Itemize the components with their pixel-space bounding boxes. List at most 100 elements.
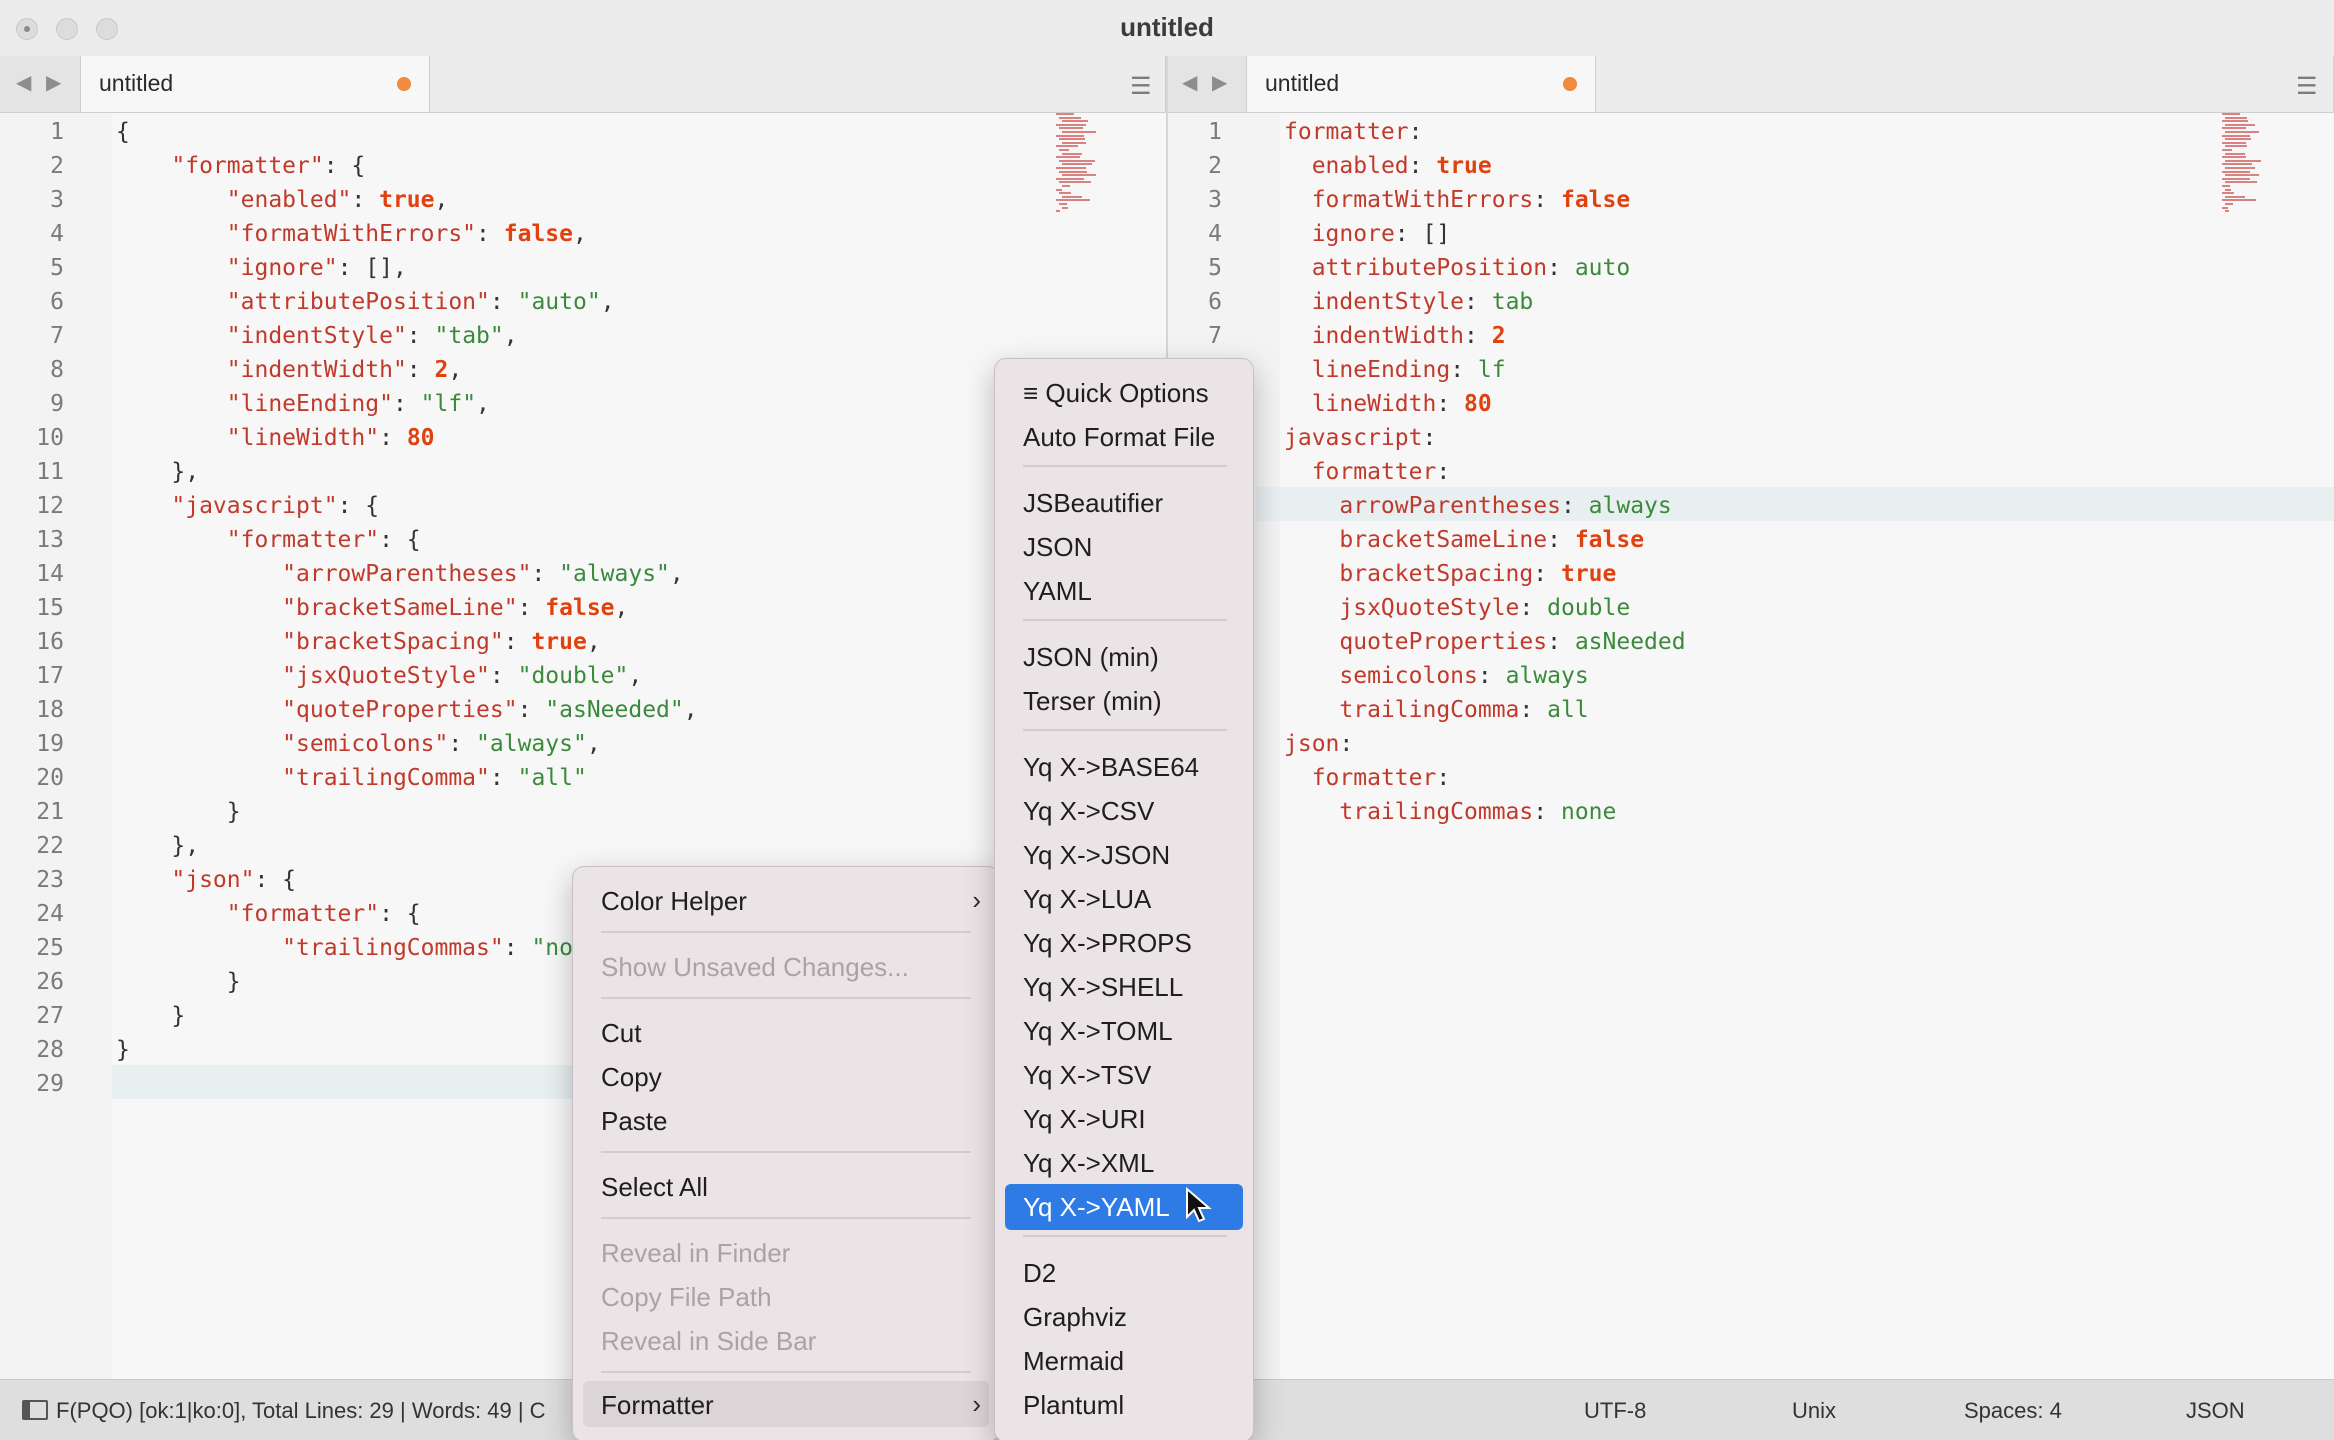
submenu-item-yq-x-shell[interactable]: Yq X->SHELL bbox=[1023, 967, 1183, 1007]
submenu-item-json-min[interactable]: JSON (min) bbox=[1023, 637, 1159, 677]
code-line[interactable]: "formatWithErrors": false, bbox=[116, 217, 587, 251]
tab-menu-icon[interactable]: ☰ bbox=[1130, 72, 1152, 101]
submenu-item-yq-x-props[interactable]: Yq X->PROPS bbox=[1023, 923, 1192, 963]
code-line[interactable]: } bbox=[116, 795, 241, 829]
unsaved-dot-icon[interactable] bbox=[397, 77, 411, 91]
submenu-item-auto-format-file[interactable]: Auto Format File bbox=[1023, 417, 1215, 457]
right-editor-pane[interactable]: 1 formatter: 2 enabled: true 3 formatWithEr… bbox=[1168, 113, 2334, 1379]
code-token: trailingCommas bbox=[1339, 799, 1534, 825]
code-line[interactable]: trailingComma: all bbox=[1284, 693, 1588, 727]
menu-item-paste[interactable]: Paste bbox=[601, 1101, 668, 1141]
code-line[interactable]: formatter: bbox=[1284, 455, 1450, 489]
code-line[interactable]: quoteProperties: asNeeded bbox=[1284, 625, 1685, 659]
submenu-item-yq-x-yaml[interactable]: Yq X->YAML bbox=[1023, 1187, 1170, 1227]
submenu-item-yq-x-toml[interactable]: Yq X->TOML bbox=[1023, 1011, 1173, 1051]
menu-item-select-all[interactable]: Select All bbox=[601, 1167, 708, 1207]
code-line[interactable]: json: bbox=[1284, 727, 1353, 761]
code-line[interactable]: formatter: bbox=[1284, 761, 1450, 795]
tab-untitled-left[interactable]: untitled bbox=[80, 56, 430, 112]
submenu-item-graphviz[interactable]: Graphviz bbox=[1023, 1297, 1127, 1337]
submenu-item-yq-x-tsv[interactable]: Yq X->TSV bbox=[1023, 1055, 1151, 1095]
code-line[interactable]: "javascript": { bbox=[116, 489, 379, 523]
submenu-item-yq-x-xml[interactable]: Yq X->XML bbox=[1023, 1143, 1154, 1183]
tab-bar-empty-area[interactable] bbox=[1596, 56, 2334, 112]
code-line[interactable]: formatter: bbox=[1284, 115, 1422, 149]
code-line[interactable]: javascript: bbox=[1284, 421, 1436, 455]
submenu-item-yq-x-lua[interactable]: Yq X->LUA bbox=[1023, 879, 1151, 919]
code-line[interactable]: "formatter": { bbox=[116, 149, 365, 183]
code-line[interactable]: "trailingCommas": "no bbox=[116, 931, 573, 965]
status-indentation[interactable]: Spaces: 4 bbox=[1964, 1398, 2062, 1424]
code-line[interactable]: { bbox=[116, 115, 130, 149]
code-line[interactable]: formatWithErrors: false bbox=[1284, 183, 1631, 217]
code-line[interactable]: "formatter": { bbox=[116, 523, 421, 557]
code-line[interactable]: trailingCommas: none bbox=[1284, 795, 1616, 829]
submenu-item-json[interactable]: JSON bbox=[1023, 527, 1092, 567]
code-line[interactable]: } bbox=[116, 965, 241, 999]
code-line[interactable]: "quoteProperties": "asNeeded", bbox=[116, 693, 697, 727]
submenu-item-quick-options[interactable]: ≡ Quick Options bbox=[1023, 373, 1209, 413]
code-line[interactable]: indentStyle: tab bbox=[1284, 285, 1534, 319]
code-line[interactable]: bracketSpacing: true bbox=[1284, 557, 1616, 591]
tab-label: untitled bbox=[99, 70, 174, 96]
code-line[interactable]: "bracketSpacing": true, bbox=[116, 625, 601, 659]
code-line[interactable]: "indentWidth": 2, bbox=[116, 353, 462, 387]
submenu-item-yq-x-json[interactable]: Yq X->JSON bbox=[1023, 835, 1170, 875]
code-line[interactable]: "formatter": { bbox=[116, 897, 421, 931]
code-line[interactable]: "ignore": [], bbox=[116, 251, 407, 285]
submenu-item-yq-x-uri[interactable]: Yq X->URI bbox=[1023, 1099, 1146, 1139]
code-line[interactable]: } bbox=[116, 1033, 130, 1067]
code-line[interactable]: lineWidth: 80 bbox=[1284, 387, 1492, 421]
forward-arrow-icon[interactable]: ▶ bbox=[1212, 70, 1227, 95]
submenu-item-jsbeautifier[interactable]: JSBeautifier bbox=[1023, 483, 1163, 523]
submenu-item-d2[interactable]: D2 bbox=[1023, 1253, 1056, 1293]
submenu-item-yq-x-base64[interactable]: Yq X->BASE64 bbox=[1023, 747, 1199, 787]
code-line[interactable]: "attributePosition": "auto", bbox=[116, 285, 615, 319]
submenu-item-yq-x-csv[interactable]: Yq X->CSV bbox=[1023, 791, 1154, 831]
menu-item-cut[interactable]: Cut bbox=[601, 1013, 641, 1053]
tab-menu-icon[interactable]: ☰ bbox=[2296, 72, 2318, 101]
status-encoding[interactable]: UTF-8 bbox=[1584, 1398, 1646, 1424]
code-line[interactable]: "jsxQuoteStyle": "double", bbox=[116, 659, 642, 693]
menu-item-color-helper[interactable]: Color Helper bbox=[601, 881, 747, 921]
code-line[interactable]: ignore: [] bbox=[1284, 217, 1450, 251]
unsaved-dot-icon[interactable] bbox=[1563, 77, 1577, 91]
menu-item-formatter[interactable]: Formatter bbox=[601, 1385, 714, 1425]
status-syntax[interactable]: JSON bbox=[2186, 1398, 2245, 1424]
minimap[interactable] bbox=[2222, 113, 2292, 213]
submenu-item-terser-min[interactable]: Terser (min) bbox=[1023, 681, 1162, 721]
submenu-item-mermaid[interactable]: Mermaid bbox=[1023, 1341, 1124, 1381]
code-line[interactable]: "semicolons": "always", bbox=[116, 727, 601, 761]
code-line[interactable]: "lineEnding": "lf", bbox=[116, 387, 490, 421]
sidebar-toggle-icon[interactable] bbox=[22, 1400, 48, 1420]
minimap[interactable] bbox=[1056, 113, 1126, 223]
code-line[interactable]: }, bbox=[116, 829, 199, 863]
code-line[interactable]: "indentStyle": "tab", bbox=[116, 319, 518, 353]
submenu-item-plantuml[interactable]: Plantuml bbox=[1023, 1385, 1124, 1425]
code-line[interactable]: } bbox=[116, 999, 185, 1033]
code-line[interactable]: enabled: true bbox=[1284, 149, 1492, 183]
back-arrow-icon[interactable]: ◀ bbox=[1182, 70, 1197, 95]
code-line[interactable]: semicolons: always bbox=[1284, 659, 1588, 693]
menu-item-copy[interactable]: Copy bbox=[601, 1057, 662, 1097]
back-arrow-icon[interactable]: ◀ bbox=[16, 70, 31, 95]
tab-bar-empty-area[interactable] bbox=[430, 56, 1166, 112]
code-line[interactable]: "lineWidth": 80 bbox=[116, 421, 435, 455]
status-line-endings[interactable]: Unix bbox=[1792, 1398, 1836, 1424]
code-line[interactable]: "arrowParentheses": "always", bbox=[116, 557, 684, 591]
code-token: : bbox=[1547, 629, 1575, 655]
code-line[interactable]: attributePosition: auto bbox=[1284, 251, 1631, 285]
code-line[interactable]: }, bbox=[116, 455, 199, 489]
code-line[interactable]: jsxQuoteStyle: double bbox=[1284, 591, 1630, 625]
code-line[interactable]: bracketSameLine: false bbox=[1284, 523, 1644, 557]
code-line[interactable]: indentWidth: 2 bbox=[1284, 319, 1506, 353]
code-line[interactable]: "json": { bbox=[116, 863, 296, 897]
code-line[interactable]: arrowParentheses: always bbox=[1284, 489, 1671, 523]
submenu-item-yaml[interactable]: YAML bbox=[1023, 571, 1092, 611]
forward-arrow-icon[interactable]: ▶ bbox=[46, 70, 61, 95]
code-line[interactable]: lineEnding: lf bbox=[1284, 353, 1506, 387]
tab-untitled-right[interactable]: untitled bbox=[1246, 56, 1596, 112]
code-line[interactable]: "bracketSameLine": false, bbox=[116, 591, 628, 625]
code-line[interactable]: "trailingComma": "all" bbox=[116, 761, 587, 795]
code-line[interactable]: "enabled": true, bbox=[116, 183, 449, 217]
